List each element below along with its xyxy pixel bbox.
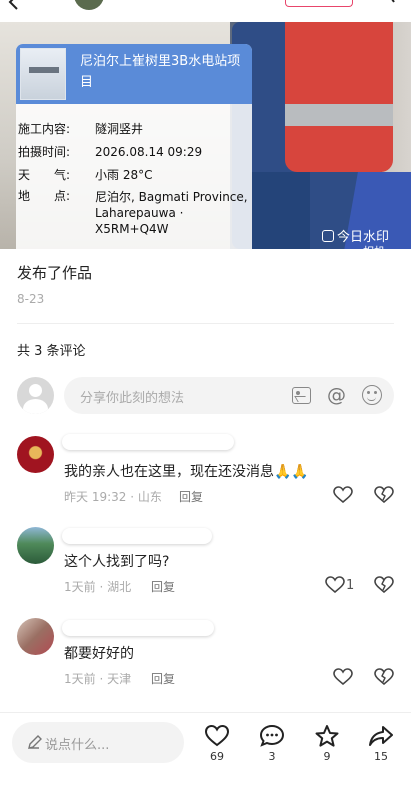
comment-meta: 1天前 · 天津 (64, 672, 132, 686)
say-something-input[interactable]: 说点什么... (12, 722, 184, 763)
post-photo[interactable]: 尼泊尔上崔树里3B水电站项目 施工内容: 隧洞竖井 拍摄时间: 2026.08.… (0, 22, 411, 249)
emoji-icon[interactable] (362, 385, 382, 405)
star-icon (315, 725, 339, 747)
watermark-row: 地 点: 尼泊尔, Bagmati Province, Laharepauwa … (18, 189, 248, 236)
heart-icon[interactable] (333, 486, 353, 504)
watermark-row: 施工内容: 隧洞竖井 (18, 122, 144, 136)
comment-count: 3 (268, 750, 276, 763)
broken-heart-icon[interactable] (374, 668, 394, 686)
reply-button[interactable]: 回复 (151, 578, 175, 595)
top-bar (0, 0, 411, 22)
like-count: 69 (210, 750, 224, 763)
share-count: 15 (374, 750, 388, 763)
comment-input-placeholder: 分享你此刻的想法 (80, 391, 185, 406)
comment-count-heading: 共 3 条评论 (17, 344, 86, 359)
my-avatar (17, 377, 54, 414)
watermark-row: 拍摄时间: 2026.08.14 09:29 (18, 145, 203, 159)
commenter-avatar[interactable] (17, 436, 54, 473)
favorite-count: 9 (323, 750, 331, 763)
watermark-row: 天 气: 小雨 28°C (18, 168, 153, 182)
divider (17, 323, 394, 324)
watermark-title: 尼泊尔上崔树里3B水电站项目 (80, 54, 241, 90)
like-button[interactable]: 69 (197, 724, 237, 770)
comment-text: 这个人找到了吗? (64, 554, 170, 570)
image-icon[interactable] (292, 387, 311, 404)
commenter-avatar[interactable] (17, 527, 54, 564)
broken-heart-icon[interactable] (374, 486, 394, 504)
follow-button[interactable] (285, 0, 353, 7)
comment-button[interactable]: 3 (252, 724, 292, 770)
app-watermark-logo: 今日水印 相机 (322, 230, 389, 249)
camera-icon (322, 230, 334, 242)
pencil-icon (28, 735, 42, 749)
project-thumbnail (20, 48, 66, 100)
heart-icon (204, 724, 230, 747)
mention-icon[interactable]: @ (326, 385, 347, 406)
commenter-name-redacted[interactable] (62, 434, 234, 450)
comment-bubble-icon (259, 724, 285, 747)
chevron-left-icon[interactable] (6, 0, 22, 10)
divider (0, 712, 411, 713)
share-arrow-icon (369, 726, 393, 746)
comment-meta: 昨天 19:32 · 山东 (64, 490, 162, 504)
post-date: 8-23 (17, 292, 45, 306)
author-avatar[interactable] (74, 0, 104, 10)
share-button[interactable]: 15 (361, 724, 401, 770)
search-icon[interactable] (374, 0, 396, 6)
commenter-name-redacted[interactable] (62, 528, 212, 544)
reply-button[interactable]: 回复 (151, 670, 175, 687)
like-count: 1 (346, 578, 355, 593)
heart-icon[interactable] (325, 576, 345, 594)
comment-meta: 1天前 · 湖北 (64, 580, 132, 594)
photo-watermark-card: 尼泊尔上崔树里3B水电站项目 施工内容: 隧洞竖井 拍摄时间: 2026.08.… (16, 44, 252, 249)
post-caption: 发布了作品 (17, 264, 93, 282)
favorite-button[interactable]: 9 (307, 724, 347, 770)
commenter-name-redacted[interactable] (62, 620, 214, 636)
heart-icon[interactable] (333, 668, 353, 686)
comment-input[interactable]: 分享你此刻的想法 @ (64, 377, 394, 414)
comment-text: 我的亲人也在这里，现在还没消息🙏🙏 (64, 464, 309, 480)
comment-text: 都要好好的 (64, 646, 134, 662)
commenter-avatar[interactable] (17, 618, 54, 655)
broken-heart-icon[interactable] (374, 576, 394, 594)
say-something-placeholder: 说点什么... (45, 738, 110, 753)
reply-button[interactable]: 回复 (179, 488, 203, 505)
